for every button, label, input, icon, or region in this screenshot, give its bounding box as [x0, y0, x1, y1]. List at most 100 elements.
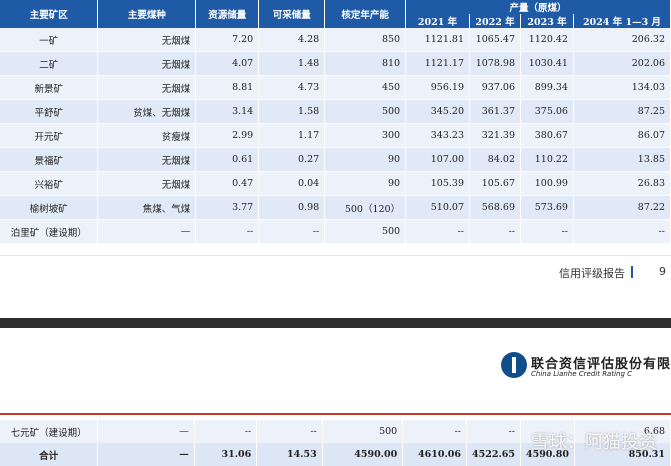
cell-y2021: 343.23 [405, 123, 471, 148]
cell-y2021: 510.07 [405, 195, 471, 220]
cell-y2023: 1120.42 [520, 28, 574, 52]
watermark: 雪球：阿猫投资 [531, 432, 657, 453]
report-name: 信用评级报告 [559, 267, 625, 280]
cell-y2022: 321.39 [469, 123, 521, 148]
cell-mineable: 14.53 [256, 443, 323, 466]
cell-mineable: 0.04 [258, 171, 326, 196]
table-row: 兴裕矿 无烟煤 0.47 0.04 90 105.39 105.67 100.99 26.83 [0, 171, 671, 196]
cell-resource: -- [195, 219, 260, 244]
col-header-2023: 2023 年 [520, 14, 574, 28]
cell-type: 无烟煤 [97, 28, 197, 52]
col-header-2024q1: 2024 年 1—3 月 [573, 14, 671, 28]
cell-mineable: 1.17 [258, 123, 326, 148]
cell-y2022: -- [466, 420, 521, 443]
cell-resource: 0.61 [195, 147, 260, 172]
cell-y2022: 1065.47 [469, 28, 521, 52]
cell-y2024: 202.06 [573, 51, 671, 76]
cell-name: 平舒矿 [0, 99, 99, 124]
col-header-resource: 资源储量 [195, 0, 260, 28]
cell-type: 贫煤、无烟煤 [97, 99, 197, 124]
cell-capacity: 850 [324, 28, 407, 52]
cell-y2024: 13.85 [573, 147, 671, 172]
cell-capacity: 500（120） [324, 195, 407, 220]
cell-name: 开元矿 [0, 123, 99, 148]
cell-resource: -- [194, 420, 258, 443]
cell-y2022: 84.02 [469, 147, 521, 172]
cell-y2023: -- [520, 219, 574, 244]
cell-resource: 2.99 [195, 123, 260, 148]
cell-y2023: 375.06 [520, 99, 574, 124]
page-break-band [0, 318, 671, 328]
cell-y2021: 345.20 [405, 99, 471, 124]
col-header-coal-type: 主要煤种 [97, 0, 197, 28]
cell-capacity: 90 [324, 147, 407, 172]
cell-type: — [97, 219, 197, 244]
cell-y2024: 87.22 [573, 195, 671, 220]
cell-type: 无烟煤 [97, 75, 197, 100]
col-header-2021: 2021 年 [405, 14, 471, 28]
cell-type: 无烟煤 [97, 51, 197, 76]
cell-y2021: -- [405, 219, 471, 244]
cell-y2022: -- [469, 219, 521, 244]
cell-name: 二矿 [0, 51, 99, 76]
cell-y2021: 105.39 [405, 171, 471, 196]
cell-y2023: 573.69 [520, 195, 574, 220]
cell-mineable: 1.58 [258, 99, 326, 124]
cell-name: 合计 [0, 443, 99, 466]
divider [0, 255, 671, 256]
cell-resource: 8.81 [195, 75, 260, 100]
cell-mineable: 4.73 [258, 75, 326, 100]
cell-y2022: 937.06 [469, 75, 521, 100]
cell-name: 兴裕矿 [0, 171, 99, 196]
cell-mineable: 0.27 [258, 147, 326, 172]
cell-capacity: 4590.00 [322, 443, 404, 466]
col-header-2022: 2022 年 [469, 14, 521, 28]
table-row: 一矿 无烟煤 7.20 4.28 850 1121.81 1065.47 1120.42 206… [0, 28, 671, 52]
cell-capacity: 90 [324, 171, 407, 196]
cell-name: 七元矿（建设期） [0, 420, 99, 443]
cell-name: 泊里矿（建设期） [0, 219, 99, 244]
cell-y2024: 206.32 [573, 28, 671, 52]
cell-y2021: 956.19 [405, 75, 471, 100]
cell-resource: 31.06 [194, 443, 258, 466]
cell-name: 榆树坡矿 [0, 195, 99, 220]
cell-type: — [97, 420, 195, 443]
footer-bar [631, 266, 633, 278]
cell-y2023: 899.34 [520, 75, 574, 100]
page-footer: 信用评级报告 9 [0, 263, 671, 283]
cell-y2021: -- [402, 420, 467, 443]
cell-y2023: 100.99 [520, 171, 574, 196]
table-row: 新景矿 无烟煤 8.81 4.73 450 956.19 937.06 899.34 134.0… [0, 75, 671, 100]
header-row: 主要矿区 主要煤种 资源储量 可采储量 核定年产能 产量（原煤） [0, 0, 671, 28]
cell-y2022: 568.69 [469, 195, 521, 220]
cell-capacity: 500 [324, 99, 407, 124]
cell-mineable: -- [258, 219, 326, 244]
col-header-capacity: 核定年产能 [324, 0, 407, 28]
table-row: 榆树坡矿 焦煤、气煤 3.77 0.98 500（120） 510.07 568.69 573… [0, 195, 671, 220]
cell-y2021: 1121.81 [405, 28, 471, 52]
cell-y2023: 380.67 [520, 123, 574, 148]
cell-y2023: 110.22 [520, 147, 574, 172]
cell-y2024: -- [573, 219, 671, 244]
table-row: 泊里矿（建设期） — -- -- 500 -- -- -- -- [0, 219, 671, 244]
cell-mineable: 1.48 [258, 51, 326, 76]
cell-resource: 7.20 [195, 28, 260, 52]
cell-y2022: 1078.98 [469, 51, 521, 76]
cell-mineable: -- [256, 420, 323, 443]
cell-capacity: 500 [322, 420, 404, 443]
cell-y2024: 87.25 [573, 99, 671, 124]
cell-capacity: 810 [324, 51, 407, 76]
col-header-mine: 主要矿区 [0, 0, 99, 28]
cell-y2022: 361.37 [469, 99, 521, 124]
col-header-output: 产量（原煤） [405, 0, 671, 14]
cell-resource: 0.47 [195, 171, 260, 196]
cell-capacity: 300 [324, 123, 407, 148]
table-row: 开元矿 贫瘦煤 2.99 1.17 300 343.23 321.39 380.67 86.07 [0, 123, 671, 148]
cell-type: 无烟煤 [97, 171, 197, 196]
page-number: 9 [659, 265, 666, 278]
cell-name: 一矿 [0, 28, 99, 52]
table-row: 平舒矿 贫煤、无烟煤 3.14 1.58 500 345.20 361.37 375.06 87… [0, 99, 671, 124]
cell-y2024: 26.83 [573, 171, 671, 196]
cell-type: — [97, 443, 195, 466]
cell-name: 景福矿 [0, 147, 99, 172]
